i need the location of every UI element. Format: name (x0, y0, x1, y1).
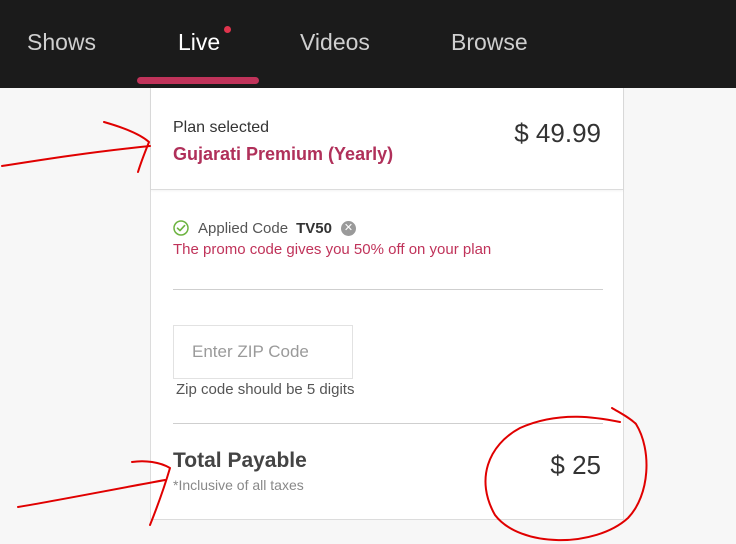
check-circle-icon (173, 220, 189, 236)
tab-videos[interactable]: Videos (300, 28, 370, 56)
plan-selected-label: Plan selected (173, 119, 270, 136)
plan-price: $ 49.99 (514, 118, 601, 148)
tab-browse[interactable]: Browse (451, 28, 528, 56)
zip-code-hint: Zip code should be 5 digits (176, 381, 355, 398)
top-navigation: Shows Live Videos Browse (0, 0, 736, 88)
annotation-arrow-total (17, 460, 171, 526)
tax-note: *Inclusive of all taxes (173, 477, 304, 493)
live-indicator-dot (224, 26, 231, 33)
applied-code-label: Applied Code (198, 219, 289, 237)
plan-summary: Plan selected Gujarati Premium (Yearly) … (151, 88, 623, 190)
active-tab-underline (137, 77, 259, 84)
divider (173, 423, 603, 424)
divider (173, 289, 603, 290)
zip-code-input[interactable] (173, 325, 353, 379)
annotation-arrow-plan (1, 121, 151, 173)
total-payable-label: Total Payable (173, 449, 307, 472)
tab-live-label: Live (178, 29, 221, 55)
remove-code-icon[interactable]: ✕ (340, 220, 356, 236)
checkout-card: Plan selected Gujarati Premium (Yearly) … (150, 88, 624, 520)
plan-name: Gujarati Premium (Yearly) (173, 144, 394, 164)
total-price: $ 25 (550, 450, 601, 480)
tab-live[interactable]: Live (178, 26, 231, 56)
applied-code-value: TV50 (296, 219, 332, 237)
tab-shows[interactable]: Shows (27, 28, 96, 56)
promo-message: The promo code gives you 50% off on your… (173, 241, 492, 258)
applied-code-row: Applied Code TV50 ✕ (173, 218, 356, 238)
